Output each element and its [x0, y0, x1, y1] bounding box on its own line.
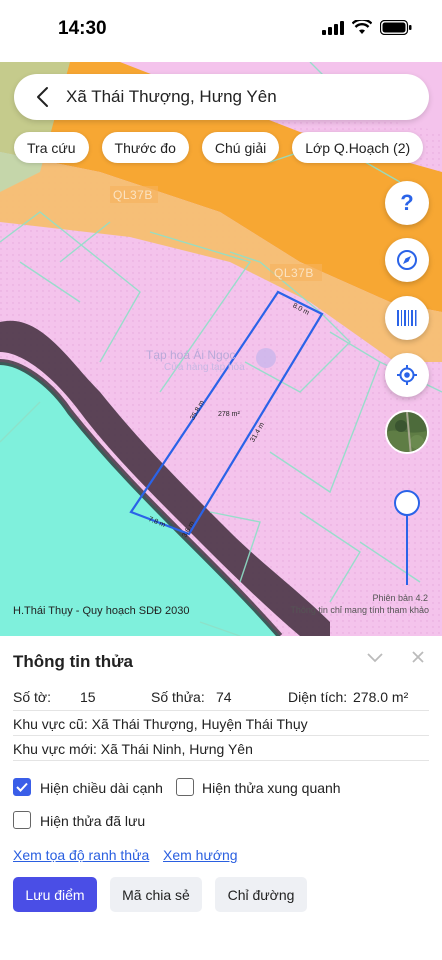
map-tools-row: Tra cứu Thước đo Chú giải Lớp Q.Hoạch (2…	[14, 132, 424, 163]
road-label-text-2: QL37B	[274, 266, 314, 280]
road-label-text-1: QL37B	[113, 188, 153, 202]
so-thua-value: 74	[216, 689, 232, 705]
check-icon	[16, 782, 28, 792]
dien-tich-label: Diện tích:	[288, 689, 348, 705]
khu-vuc-cu: Khu vực cũ: Xã Thái Thượng, Huyện Thái T…	[13, 716, 308, 732]
divider	[13, 735, 429, 736]
poi-name[interactable]: Tạp hoá Ái Ngọc	[146, 348, 235, 362]
status-icons	[322, 20, 412, 35]
khu-vuc-moi: Khu vực mới: Xã Thái Ninh, Hưng Yên	[13, 741, 253, 757]
panel-title: Thông tin thửa	[13, 652, 133, 671]
link-huong[interactable]: Xem hướng	[163, 847, 238, 863]
signal-icon	[322, 20, 344, 35]
opacity-slider-thumb[interactable]	[394, 490, 420, 516]
so-to-label: Số tờ:	[13, 689, 51, 705]
compass-icon	[397, 250, 417, 270]
barcode-icon	[397, 310, 417, 326]
satellite-layer-button[interactable]	[385, 410, 429, 454]
status-bar: 14:30	[0, 0, 442, 62]
status-time: 14:30	[58, 18, 107, 39]
search-location-text[interactable]: Xã Thái Thượng, Hưng Yên	[66, 87, 277, 107]
label-da-luu[interactable]: Hiện thửa đã lưu	[40, 813, 145, 829]
wifi-icon	[352, 20, 372, 34]
disclaimer-text: Thông tin chỉ mang tính tham khảo	[290, 605, 429, 615]
search-box[interactable]: Xã Thái Thượng, Hưng Yên	[14, 74, 429, 120]
parcel-area: 278 m²	[218, 411, 240, 418]
dien-tich-value: 278.0 m²	[353, 689, 409, 705]
help-button[interactable]: ?	[385, 181, 429, 225]
locate-icon	[397, 365, 417, 385]
directions-button[interactable]: Chỉ đường	[215, 877, 307, 912]
back-arrow-icon	[37, 87, 48, 107]
map-caption: H.Thái Thụy - Quy hoạch SDĐ 2030	[13, 605, 190, 617]
divider	[13, 760, 429, 761]
battery-icon	[380, 20, 412, 35]
back-button[interactable]	[22, 74, 62, 120]
close-icon	[412, 651, 424, 663]
checkbox-xung-quanh[interactable]	[176, 778, 194, 796]
divider	[13, 710, 429, 711]
poi-sub: Cửa hàng tạp hóa	[164, 362, 245, 373]
save-point-button[interactable]: Lưu điểm	[13, 877, 97, 912]
chip-tra-cuu[interactable]: Tra cứu	[14, 132, 89, 163]
version-text: Phiên bản 4.2	[372, 593, 428, 603]
checkbox-chieu-dai[interactable]	[13, 778, 31, 796]
close-button[interactable]	[411, 650, 425, 669]
compass-button[interactable]	[385, 238, 429, 282]
chevron-down-icon	[367, 653, 383, 663]
link-toa-do[interactable]: Xem tọa độ ranh thửa	[13, 847, 149, 863]
poi-bag-icon	[256, 348, 276, 368]
label-xung-quanh[interactable]: Hiện thửa xung quanh	[202, 780, 341, 796]
locate-button[interactable]	[385, 353, 429, 397]
chip-lop-quy-hoach[interactable]: Lớp Q.Hoạch (2)	[292, 132, 424, 163]
chip-thuoc-do[interactable]: Thước đo	[101, 132, 189, 163]
label-chieu-dai[interactable]: Hiện chiều dài cạnh	[40, 780, 163, 796]
parcel-info-panel: Thông tin thửa Số tờ: 15 Số thửa: 74 Diệ…	[0, 636, 442, 960]
so-thua-label: Số thửa:	[151, 689, 205, 705]
so-to-value: 15	[80, 689, 96, 705]
chip-chu-giai[interactable]: Chú giải	[201, 132, 280, 163]
question-icon: ?	[400, 190, 414, 215]
checkbox-da-luu[interactable]	[13, 811, 31, 829]
share-code-button[interactable]: Mã chia sẻ	[110, 877, 202, 912]
collapse-button[interactable]	[366, 650, 384, 668]
barcode-button[interactable]	[385, 296, 429, 340]
